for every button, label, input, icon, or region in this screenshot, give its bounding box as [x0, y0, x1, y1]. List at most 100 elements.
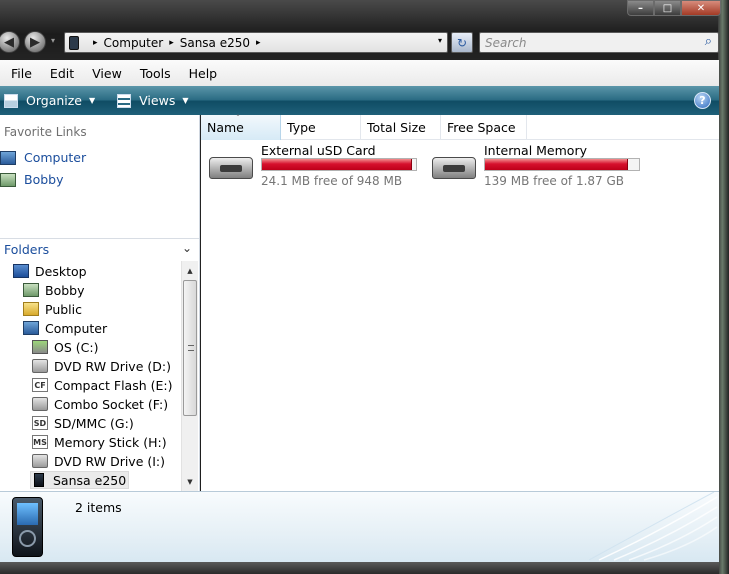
tree-item-combo-socket[interactable]: Combo Socket (F:): [32, 395, 168, 413]
column-headers: ˆ Name Type Total Size Free Space: [201, 114, 719, 140]
sd-card-icon: SD: [32, 416, 48, 430]
navigation-row: ◀ ▶ ▾ ▸ Computer ▸ Sansa e250 ▸ ▾ ↻ Sear…: [0, 28, 729, 56]
refresh-button[interactable]: ↻: [451, 32, 473, 53]
views-icon: [117, 93, 132, 108]
back-button[interactable]: ◀: [0, 31, 20, 53]
favorite-link-computer[interactable]: Computer: [0, 150, 86, 165]
breadcrumb-separator-icon[interactable]: ▸: [93, 38, 98, 48]
search-placeholder: Search: [485, 35, 527, 50]
removable-drive-icon: [32, 397, 48, 411]
chevron-down-icon[interactable]: ⌄: [182, 241, 192, 255]
user-folder-icon: [23, 283, 39, 297]
column-header-name[interactable]: ˆ Name: [201, 114, 281, 140]
user-folder-icon: [0, 172, 16, 187]
favorite-link-label: Computer: [24, 150, 87, 165]
item-count: 2 items: [75, 500, 122, 515]
chevron-down-icon[interactable]: ▼: [182, 96, 188, 105]
address-dropdown-icon[interactable]: ▾: [438, 36, 442, 45]
drive-tile-internal-memory[interactable]: Internal Memory 139 MB free of 1.87 GB: [432, 143, 647, 188]
minimize-button[interactable]: –: [627, 0, 654, 16]
maximize-button[interactable]: □: [654, 0, 681, 16]
grip-icon: [188, 345, 194, 351]
media-player-icon: [34, 473, 44, 487]
favorite-links-heading: Favorite Links: [4, 125, 87, 139]
scroll-down-button[interactable]: ▼: [182, 474, 198, 490]
breadcrumb-sansa-e250[interactable]: Sansa e250: [180, 36, 250, 50]
computer-icon: [0, 150, 16, 165]
column-header-label: Total Size: [367, 120, 426, 135]
folder-icon: [23, 302, 39, 316]
navigation-pane: Favorite Links Computer Bobby Folders ⌄ …: [0, 115, 200, 491]
compact-flash-icon: CF: [32, 378, 48, 392]
tree-item-computer[interactable]: Computer: [23, 319, 107, 337]
tree-item-label: SD/MMC (G:): [54, 415, 134, 431]
column-header-total-size[interactable]: Total Size: [361, 115, 441, 140]
tree-item-sd-mmc[interactable]: SD SD/MMC (G:): [32, 414, 134, 432]
column-header-label: Type: [287, 120, 316, 135]
memory-stick-icon: MS: [32, 435, 48, 449]
decorative-swoosh: [589, 492, 718, 561]
menu-edit[interactable]: Edit: [50, 66, 74, 81]
tree-item-desktop[interactable]: Desktop: [13, 262, 87, 280]
menu-view[interactable]: View: [92, 66, 122, 81]
sort-ascending-icon: ˆ: [236, 114, 240, 123]
drive-usage-bar: [261, 158, 417, 171]
tree-item-compact-flash[interactable]: CF Compact Flash (E:): [32, 376, 173, 394]
favorite-link-bobby[interactable]: Bobby: [0, 172, 64, 187]
os-drive-icon: [32, 340, 48, 354]
scrollbar-thumb[interactable]: [183, 280, 197, 416]
favorite-link-label: Bobby: [24, 172, 64, 187]
tree-item-os-c[interactable]: OS (C:): [32, 338, 98, 356]
menu-file[interactable]: File: [11, 66, 32, 81]
folder-tree-scrollbar[interactable]: ▲ ▼: [181, 261, 198, 491]
drive-tile-external-usd[interactable]: External uSD Card 24.1 MB free of 948 MB: [209, 143, 424, 188]
menu-help[interactable]: Help: [189, 66, 218, 81]
hard-drive-icon: [209, 157, 253, 179]
drive-name: External uSD Card: [261, 143, 376, 158]
breadcrumb-separator-icon[interactable]: ▸: [169, 38, 174, 48]
column-header-free-space[interactable]: Free Space: [441, 115, 527, 140]
tree-item-label: DVD RW Drive (I:): [54, 453, 166, 469]
drive-name: Internal Memory: [484, 143, 587, 158]
search-input[interactable]: Search ⌕: [479, 32, 719, 53]
recent-pages-dropdown[interactable]: ▾: [51, 36, 55, 45]
drive-free-space: 24.1 MB free of 948 MB: [261, 174, 403, 188]
folders-header[interactable]: Folders ⌄: [0, 238, 199, 260]
close-button[interactable]: ✕: [681, 0, 721, 16]
folders-title: Folders: [4, 242, 50, 257]
tree-item-dvd-d[interactable]: DVD RW Drive (D:): [32, 357, 171, 375]
column-header-type[interactable]: Type: [281, 115, 361, 140]
breadcrumb-computer[interactable]: Computer: [104, 36, 164, 50]
dvd-drive-icon: [32, 359, 48, 373]
breadcrumb-separator-icon[interactable]: ▸: [256, 38, 261, 48]
tree-item-bobby[interactable]: Bobby: [23, 281, 85, 299]
tree-item-memory-stick[interactable]: MS Memory Stick (H:): [32, 433, 167, 451]
details-pane: 2 items: [0, 491, 719, 562]
tree-item-public[interactable]: Public: [23, 300, 82, 318]
scroll-up-button[interactable]: ▲: [182, 263, 198, 279]
tree-item-label: Combo Socket (F:): [54, 396, 169, 412]
tree-item-sansa-e250[interactable]: Sansa e250: [30, 471, 130, 489]
organize-icon: [4, 93, 18, 108]
computer-icon: [23, 321, 39, 335]
views-button[interactable]: Views ▼: [117, 93, 189, 108]
tree-item-label: Memory Stick (H:): [54, 434, 167, 450]
menu-tools[interactable]: Tools: [140, 66, 171, 81]
window-controls: – □ ✕: [627, 0, 721, 16]
search-icon[interactable]: ⌕: [705, 34, 712, 49]
dvd-drive-icon: [32, 454, 48, 468]
column-header-label: Free Space: [447, 120, 516, 135]
tree-item-label: Sansa e250: [53, 472, 127, 488]
command-bar: Organize ▼ Views ▼ ?: [0, 86, 719, 115]
drive-usage-fill: [262, 159, 413, 170]
help-button[interactable]: ?: [694, 92, 711, 109]
menu-bar: File Edit View Tools Help: [0, 60, 719, 86]
folder-tree: Desktop Bobby Public Computer OS (C:) DV…: [0, 261, 181, 491]
file-list-pane: ˆ Name Type Total Size Free Space Extern…: [201, 114, 719, 491]
organize-button[interactable]: Organize ▼: [4, 93, 95, 108]
views-label: Views: [139, 93, 176, 108]
tree-item-dvd-i[interactable]: DVD RW Drive (I:): [32, 452, 165, 470]
forward-button[interactable]: ▶: [24, 31, 46, 53]
address-bar[interactable]: ▸ Computer ▸ Sansa e250 ▸ ▾: [64, 32, 448, 53]
tree-item-label: Bobby: [45, 282, 85, 298]
